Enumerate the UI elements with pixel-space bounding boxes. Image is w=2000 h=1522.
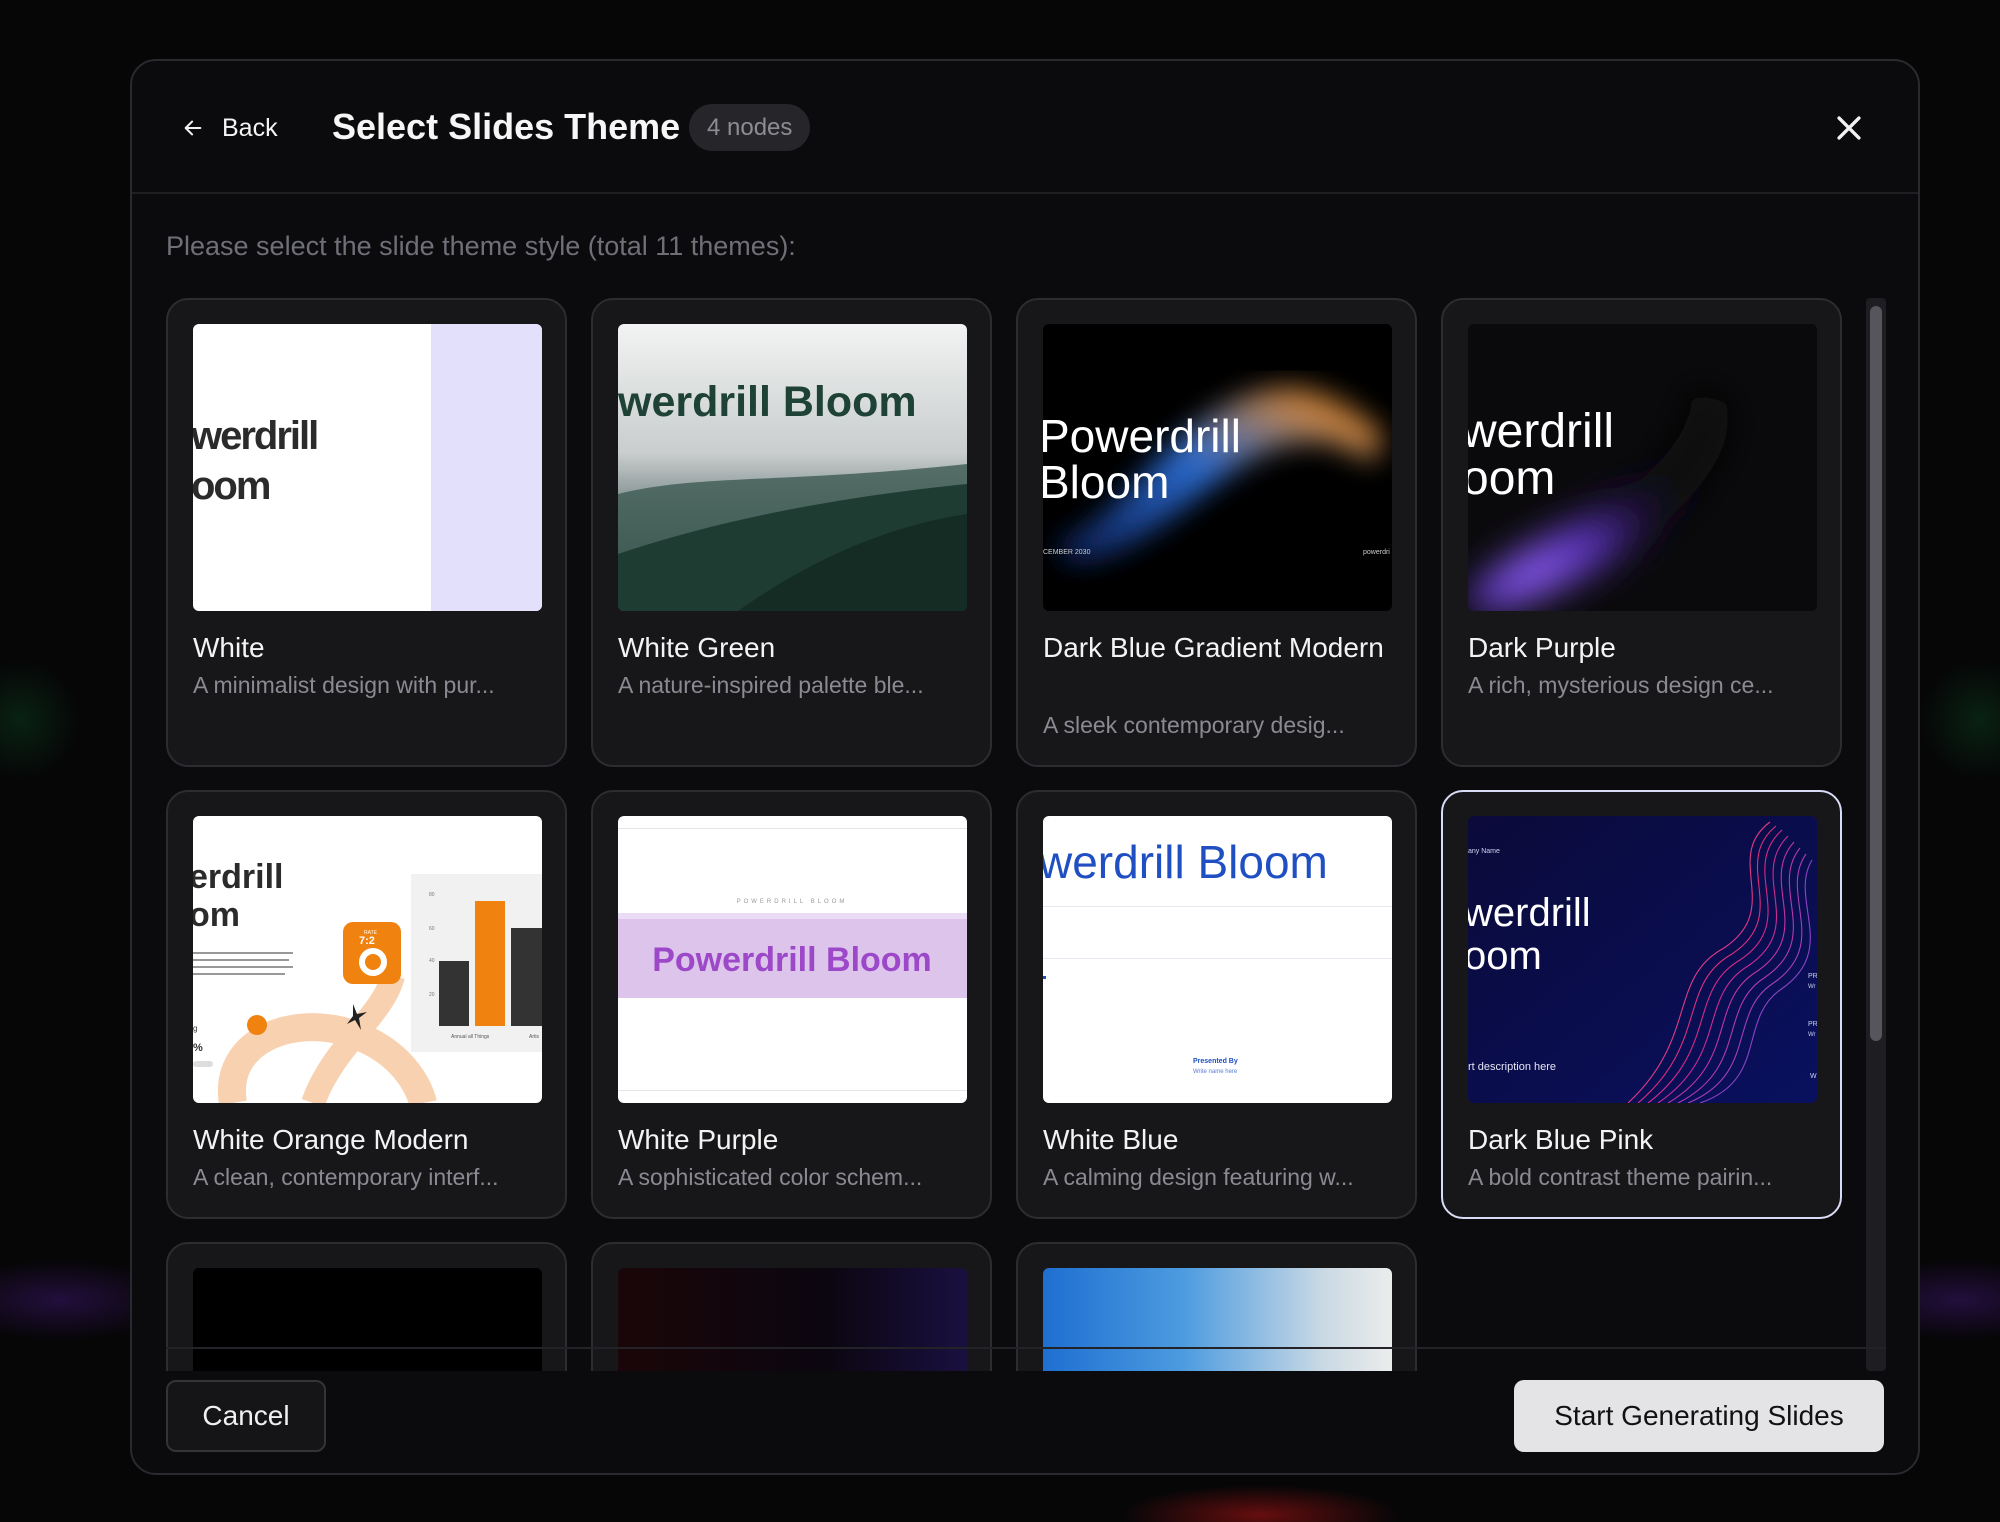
start-generating-button[interactable]: Start Generating Slides (1514, 1380, 1884, 1452)
theme-instructions: Please select the slide theme style (tot… (166, 231, 796, 261)
theme-card-white-purple[interactable]: POWERDRILL BLOOM Powerdrill Bloom White … (591, 790, 992, 1219)
theme-preview-white-green: werdrill Bloom (618, 324, 967, 611)
preview-text: om (193, 896, 240, 934)
preview-text: rt description here (1468, 1061, 1556, 1073)
preview-text: werdrill (1468, 891, 1591, 935)
theme-description: A clean, contemporary interf... (193, 1164, 499, 1190)
preview-text: werdrill (1468, 405, 1614, 458)
theme-modal: Back Select Slides Theme 4 nodes Please … (130, 59, 1920, 1475)
preview-text: 60 (429, 926, 435, 932)
theme-description: A calming design featuring w... (1043, 1164, 1354, 1190)
close-button[interactable] (1832, 111, 1866, 145)
preview-text: Annual all Things (451, 1034, 490, 1040)
preview-text: Wr (1808, 984, 1816, 990)
preview-text: 80 (429, 892, 435, 898)
theme-preview-partial-1 (193, 1268, 542, 1371)
theme-card-white-orange-modern[interactable]: 80 60 40 20 Annual all Things Artis RATE… (166, 790, 567, 1219)
theme-preview-white: werdrill oom (193, 324, 542, 611)
preview-text: Powerdrill Bloom (652, 941, 932, 979)
back-label: Back (222, 113, 278, 142)
theme-description: A bold contrast theme pairin... (1468, 1164, 1773, 1190)
preview-text: werdrill (193, 414, 317, 458)
theme-name: White Purple (618, 1124, 779, 1155)
modal-header: Back Select Slides Theme 4 nodes (132, 61, 1918, 194)
preview-text: werdrill Bloom (1043, 836, 1328, 888)
cancel-button[interactable]: Cancel (166, 1380, 326, 1452)
theme-name: Dark Purple (1468, 632, 1616, 663)
preview-text: 20 (429, 992, 435, 998)
preview-text: % (193, 1042, 203, 1054)
theme-name: White Blue (1043, 1124, 1179, 1155)
theme-card-partial-3[interactable] (1016, 1242, 1417, 1371)
theme-name: Dark Blue Gradient Modern (1043, 632, 1384, 663)
theme-name: White Green (618, 632, 776, 663)
preview-text: 40 (429, 958, 435, 964)
preview-text: powerdri (1363, 549, 1390, 556)
preview-text: POWERDRILL BLOOM (737, 899, 848, 905)
preview-text: oom (193, 464, 270, 508)
scrollbar-thumb[interactable] (1870, 306, 1882, 1041)
preview-text: PR (1808, 1021, 1817, 1028)
preview-text: 7:2 (359, 935, 375, 947)
preview-text: any Name (1468, 848, 1500, 855)
theme-card-white[interactable]: werdrill oom White A minimalist design w… (166, 298, 567, 767)
preview-text: Presented By (1193, 1058, 1238, 1065)
preview-text: Bloom (1043, 456, 1169, 508)
preview-text: PR (1808, 973, 1817, 980)
arrow-left-icon (184, 120, 202, 136)
preview-text: CEMBER 2030 (1043, 549, 1091, 556)
theme-preview-dark-blue-gradient: Powerdrill Bloom CEMBER 2030 powerdri (1043, 324, 1392, 611)
theme-card-white-green[interactable]: werdrill Bloom White Green A nature-insp… (591, 298, 992, 767)
back-button[interactable]: Back (182, 108, 278, 148)
modal-title: Select Slides Theme (332, 106, 681, 147)
theme-card-partial-1[interactable] (166, 1242, 567, 1371)
theme-preview-dark-purple: werdrill oom (1468, 324, 1817, 611)
theme-preview-white-purple: POWERDRILL BLOOM Powerdrill Bloom (618, 816, 967, 1103)
theme-description: A minimalist design with pur... (193, 672, 495, 698)
theme-preview-white-blue: werdrill Bloom Presented By Write name h… (1043, 816, 1392, 1103)
theme-grid[interactable]: werdrill oom White A minimalist design w… (166, 298, 1880, 1371)
theme-card-dark-blue-pink[interactable]: any Name werdrill oom rt description her… (1441, 790, 1842, 1219)
theme-preview-partial-2 (618, 1268, 967, 1371)
preview-text: werdrill Bloom (618, 378, 917, 426)
theme-card-dark-blue-gradient-modern[interactable]: Powerdrill Bloom CEMBER 2030 powerdri Da… (1016, 298, 1417, 767)
theme-name: Dark Blue Pink (1468, 1124, 1654, 1155)
preview-text: Wr (1808, 1032, 1816, 1038)
close-icon (1837, 116, 1861, 140)
theme-card-white-blue[interactable]: werdrill Bloom Presented By Write name h… (1016, 790, 1417, 1219)
theme-preview-dark-blue-pink: any Name werdrill oom rt description her… (1468, 816, 1817, 1103)
preview-text: Write name here (1193, 1069, 1238, 1075)
theme-description: A sleek contemporary desig... (1043, 712, 1345, 738)
theme-preview-white-orange: 80 60 40 20 Annual all Things Artis RATE… (193, 816, 542, 1103)
theme-preview-partial-3 (1043, 1268, 1392, 1371)
theme-name: White Orange Modern (193, 1124, 469, 1155)
theme-description: A rich, mysterious design ce... (1468, 672, 1774, 698)
preview-text: erdrill (193, 858, 283, 896)
theme-card-dark-purple[interactable]: werdrill oom Dark Purple A rich, mysteri… (1441, 298, 1842, 767)
preview-text: Powerdrill (1043, 410, 1241, 462)
preview-text: oom (1468, 934, 1542, 978)
footer-divider (166, 1347, 1886, 1349)
theme-description: A nature-inspired palette ble... (618, 672, 924, 698)
theme-name: White (193, 632, 265, 663)
preview-text: Artis (529, 1034, 540, 1040)
preview-text: g (193, 1024, 197, 1033)
node-count-badge: 4 nodes (689, 104, 811, 151)
theme-card-partial-2[interactable] (591, 1242, 992, 1371)
preview-text: W (1810, 1073, 1817, 1080)
theme-grid-scrollbar[interactable] (1866, 298, 1886, 1371)
theme-description: A sophisticated color schem... (618, 1164, 923, 1190)
preview-text: oom (1468, 452, 1555, 505)
